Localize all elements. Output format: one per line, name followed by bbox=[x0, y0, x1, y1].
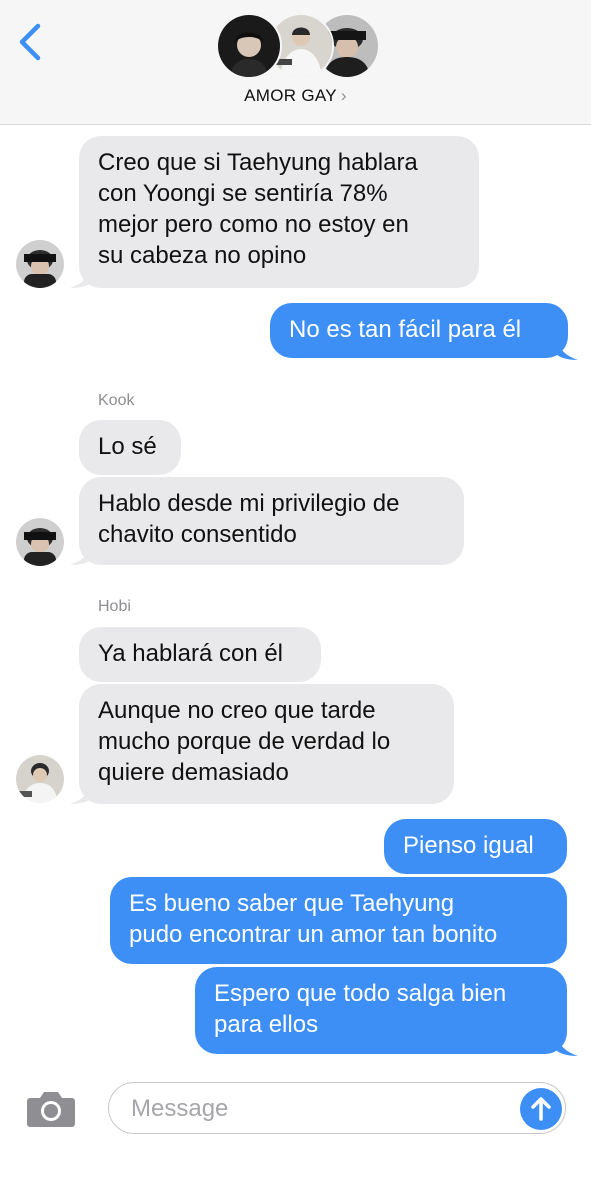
incoming-message[interactable]: Lo sé bbox=[79, 420, 181, 475]
outgoing-message[interactable]: Es bueno saber que Taehyung pudo encontr… bbox=[110, 877, 567, 964]
message-text: pudo encontrar un amor tan bonito bbox=[129, 921, 498, 948]
message-text: Es bueno saber que Taehyung bbox=[129, 890, 455, 917]
message-placeholder: Message bbox=[131, 1095, 229, 1122]
message-text: Creo que si Taehyung hablara bbox=[98, 149, 418, 176]
message-text: Hablo desde mi privilegio de bbox=[98, 490, 400, 517]
message-text: chavito consentido bbox=[98, 521, 297, 548]
avatar bbox=[216, 13, 282, 79]
message-input[interactable]: Message bbox=[108, 1082, 566, 1134]
message-text: mucho porque de verdad lo bbox=[98, 728, 391, 755]
incoming-message[interactable]: Hablo desde mi privilegio de chavito con… bbox=[79, 477, 464, 565]
message-thread[interactable]: Kook Creo que si Taehyung hablara con Yo… bbox=[0, 0, 591, 1070]
camera-icon bbox=[27, 1092, 75, 1127]
back-button[interactable] bbox=[14, 20, 48, 64]
group-name: AMOR GAY bbox=[244, 86, 337, 105]
message-text: su cabeza no opino bbox=[98, 242, 307, 269]
chevron-right-icon: › bbox=[340, 86, 347, 105]
message-text: con Yoongi se sentiría 78% bbox=[98, 180, 388, 207]
bubble-tail bbox=[556, 1036, 578, 1056]
message-text: quiere demasiado bbox=[98, 759, 289, 786]
message-text: No es tan fácil para él bbox=[289, 316, 522, 343]
message-text: Aunque no creo que tarde bbox=[98, 697, 376, 724]
outgoing-message[interactable]: Pienso igual bbox=[384, 819, 567, 874]
bubble-tail bbox=[556, 340, 578, 360]
camera-button[interactable] bbox=[26, 1088, 76, 1128]
bubble-tail bbox=[70, 545, 92, 565]
outgoing-message[interactable]: No es tan fácil para él bbox=[270, 303, 568, 358]
message-text: Lo sé bbox=[98, 433, 157, 460]
sender-name: Kook bbox=[98, 392, 135, 409]
incoming-message[interactable]: Ya hablará con él bbox=[79, 627, 321, 682]
bubble-tail bbox=[70, 268, 92, 288]
avatar-hobi[interactable] bbox=[16, 755, 64, 803]
bubble-tail bbox=[70, 784, 92, 804]
avatar-kook[interactable] bbox=[16, 518, 64, 566]
avatar-kook[interactable] bbox=[16, 240, 64, 288]
message-text: para ellos bbox=[214, 1011, 319, 1038]
arrow-up-icon bbox=[531, 1097, 551, 1121]
outgoing-message[interactable]: Espero que todo salga bien para ellos bbox=[195, 967, 567, 1054]
group-avatars[interactable] bbox=[216, 13, 380, 79]
group-title[interactable]: AMOR GAY › bbox=[0, 86, 591, 106]
message-text: Ya hablará con él bbox=[98, 640, 284, 667]
sender-name: Hobi bbox=[98, 598, 131, 615]
message-text: mejor pero como no estoy en bbox=[98, 211, 409, 238]
chevron-left-icon bbox=[19, 23, 41, 61]
conversation-header: AMOR GAY › bbox=[0, 0, 591, 125]
message-text: Pienso igual bbox=[403, 832, 534, 859]
send-button[interactable] bbox=[520, 1088, 562, 1130]
message-text: Espero que todo salga bien bbox=[214, 980, 507, 1007]
incoming-message[interactable]: Aunque no creo que tarde mucho porque de… bbox=[79, 684, 454, 804]
incoming-message[interactable]: Creo que si Taehyung hablara con Yoongi … bbox=[79, 136, 479, 288]
